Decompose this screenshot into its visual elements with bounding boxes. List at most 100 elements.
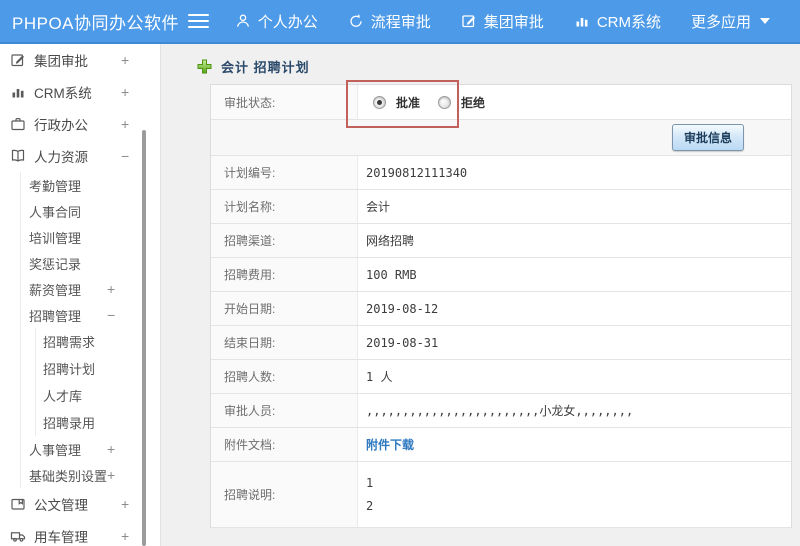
sidebar-item-attendance[interactable]: 考勤管理 xyxy=(21,172,160,198)
table-row: 计划名称: 会计 xyxy=(211,190,791,224)
sidebar-item-label: 招聘管理 xyxy=(29,308,82,324)
field-label: 审批状态: xyxy=(211,85,358,119)
sidebar-item-label: 人才库 xyxy=(43,389,83,404)
add-icon xyxy=(197,59,212,74)
chart-icon xyxy=(576,18,588,27)
expand-icon[interactable]: + xyxy=(121,117,129,131)
field-value: 100 RMB xyxy=(366,267,417,282)
expand-icon[interactable]: + xyxy=(121,529,129,543)
book-icon xyxy=(10,148,27,165)
field-label: 计划编号: xyxy=(211,156,358,189)
sidebar-item-label: 招聘计划 xyxy=(43,362,96,377)
field-label: 审批人员: xyxy=(211,394,358,427)
table-row: 招聘费用: 100 RMB xyxy=(211,258,791,292)
table-row: 开始日期: 2019-08-12 xyxy=(211,292,791,326)
row-approve-button: 审批信息 xyxy=(211,120,791,156)
field-label: 开始日期: xyxy=(211,292,358,325)
app-window: PHPOA协同办公软件 个人办公 流程审批 集团审批 CRM系统 更多应用 集团… xyxy=(0,0,800,546)
collapse-icon[interactable]: − xyxy=(107,308,115,322)
expand-icon[interactable]: + xyxy=(121,497,129,511)
radio-reject[interactable] xyxy=(438,95,452,109)
field-value: 会计 xyxy=(366,200,391,214)
document-icon xyxy=(10,496,27,513)
radio-approve[interactable] xyxy=(373,95,386,109)
nav-item-personal-office[interactable]: 个人办公 xyxy=(235,11,318,32)
nav-item-label: 集团审批 xyxy=(483,13,544,31)
sidebar-item-admin-office[interactable]: 行政办公 + xyxy=(0,108,160,140)
sidebar-item-label: CRM系统 xyxy=(34,86,92,101)
collapse-icon[interactable]: − xyxy=(121,149,129,163)
sidebar-item-label: 培训管理 xyxy=(29,230,82,246)
table-row: 招聘人数: 1 人 xyxy=(211,360,791,394)
field-value: 1 人 xyxy=(366,370,393,384)
field-value: 批准 拒绝 xyxy=(358,85,791,119)
attachment-download-link[interactable]: 附件下载 xyxy=(366,436,414,453)
sidebar-item-label: 人力资源 xyxy=(34,150,88,165)
field-value: 附件下载 xyxy=(358,428,791,461)
field-value: 1 2 xyxy=(358,462,791,527)
nav-item-label: 更多应用 xyxy=(690,13,751,31)
table-row: 审批人员: ,,,,,,,,,,,,,,,,,,,,,,,,小龙女,,,,,,,… xyxy=(211,394,791,428)
field-value: 20190812111340 xyxy=(366,165,468,180)
sidebar-item-label: 基础类别设置 xyxy=(29,468,108,484)
sidebar-item-salary[interactable]: 薪资管理 + xyxy=(21,276,160,302)
sidebar-item-label: 奖惩记录 xyxy=(29,256,82,272)
sidebar-item-training[interactable]: 培训管理 xyxy=(21,224,160,250)
sidebar-item-label: 招聘需求 xyxy=(43,335,96,350)
sidebar-item-label: 薪资管理 xyxy=(29,282,82,298)
field-label: 招聘人数: xyxy=(211,360,358,393)
sidebar-item-reward-punish[interactable]: 奖惩记录 xyxy=(21,250,160,276)
expand-icon[interactable]: + xyxy=(121,85,129,99)
nav-item-label: 流程审批 xyxy=(370,13,431,31)
sidebar-item-group-approval[interactable]: 集团审批 + xyxy=(0,44,160,76)
nav-item-more-apps[interactable]: 更多应用 xyxy=(691,11,770,32)
sidebar-item-vehicle-mgmt[interactable]: 用车管理 + xyxy=(0,520,160,546)
flow-icon xyxy=(350,14,362,27)
field-value: 网络招聘 xyxy=(366,234,415,248)
field-label: 计划名称: xyxy=(211,190,358,223)
nav-item-crm[interactable]: CRM系统 xyxy=(574,11,661,32)
sidebar-item-label: 公文管理 xyxy=(34,498,88,513)
edit-square-icon xyxy=(10,52,27,69)
radio-approve-label: 批准 xyxy=(396,95,421,110)
expand-icon[interactable]: + xyxy=(107,282,115,296)
sidebar-item-human-resources[interactable]: 人力资源 − xyxy=(0,140,160,172)
sidebar-item-label: 用车管理 xyxy=(34,530,88,545)
sidebar-item-crm[interactable]: CRM系统 + xyxy=(0,76,160,108)
table-row-attachment: 附件文档: 附件下载 xyxy=(211,428,791,462)
page-title: 会计 招聘计划 xyxy=(197,57,310,76)
sidebar-item-base-category[interactable]: 基础类别设置 + xyxy=(21,462,160,488)
sidebar-item-label: 行政办公 xyxy=(34,118,88,133)
page-title-text: 会计 招聘计划 xyxy=(221,60,310,75)
field-value: 2019-08-31 xyxy=(366,335,439,350)
app-logo: PHPOA协同办公软件 xyxy=(12,13,180,33)
field-label: 招聘说明: xyxy=(211,462,358,527)
approve-info-button[interactable]: 审批信息 xyxy=(671,124,744,151)
sidebar: 集团审批 + CRM系统 + 行政办公 + 人力资源 − 考勤管理 人事合同 培… xyxy=(0,44,161,546)
sidebar-item-personnel-mgmt[interactable]: 人事管理 + xyxy=(21,436,160,462)
menu-icon[interactable] xyxy=(187,10,209,32)
expand-icon[interactable]: + xyxy=(121,53,129,67)
sidebar-item-recruit-mgmt[interactable]: 招聘管理 − xyxy=(21,302,160,328)
field-label: 招聘渠道: xyxy=(211,224,358,257)
expand-icon[interactable]: + xyxy=(107,468,115,482)
nav-item-group-approval[interactable]: 集团审批 xyxy=(461,11,544,32)
sidebar-item-document-mgmt[interactable]: 公文管理 + xyxy=(0,488,160,520)
nav-item-label: 个人办公 xyxy=(257,13,318,31)
nav-item-flow-approval[interactable]: 流程审批 xyxy=(348,11,431,32)
field-label: 招聘费用: xyxy=(211,258,358,291)
sidebar-item-label: 人事管理 xyxy=(29,442,82,458)
description-line: 1 xyxy=(366,476,374,490)
row-approval-status: 审批状态: 批准 拒绝 xyxy=(211,85,791,120)
sidebar-scrollbar[interactable] xyxy=(142,130,146,546)
bar-chart-icon xyxy=(10,84,27,101)
main-content: 会计 招聘计划 审批状态: 批准 拒绝 审批信息 计划编号: 201908121… xyxy=(161,44,800,546)
truck-icon xyxy=(10,528,27,545)
description-line: 2 xyxy=(366,499,374,513)
radio-reject-label: 拒绝 xyxy=(461,95,486,110)
table-row: 结束日期: 2019-08-31 xyxy=(211,326,791,360)
caret-down-icon xyxy=(760,18,770,24)
sidebar-item-hr-contract[interactable]: 人事合同 xyxy=(21,198,160,224)
table-row: 招聘渠道: 网络招聘 xyxy=(211,224,791,258)
expand-icon[interactable]: + xyxy=(107,442,115,456)
